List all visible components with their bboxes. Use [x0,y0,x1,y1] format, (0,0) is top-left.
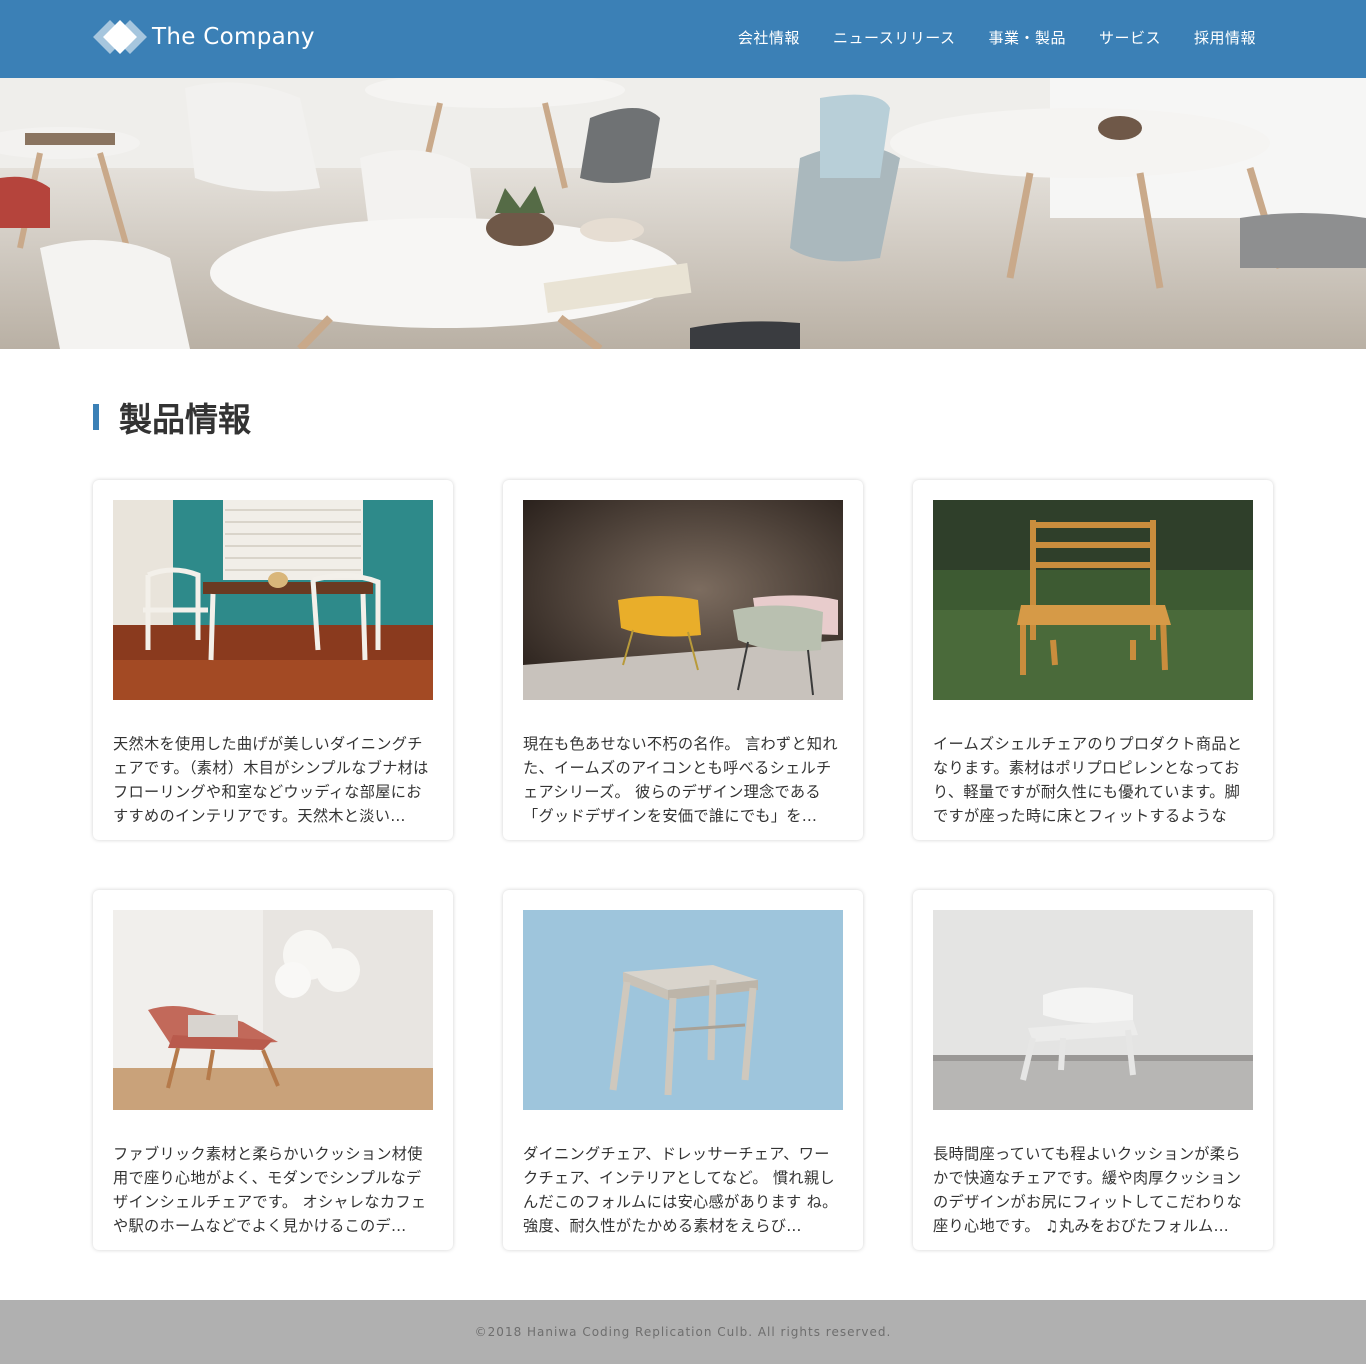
logo-diamond-icon [93,17,147,57]
product-description: 天然木を使用した曲げが美しいダイニングチェアです。（素材）木目がシンプルなブナ材… [113,735,429,825]
product-description: ファブリック素材と柔らかいクッション材使用で座り心地がよく、モダンでシンプルなデ… [113,1145,427,1235]
page-title: 製品情報 [119,400,251,439]
product-card[interactable]: ファブリック素材と柔らかいクッション材使用で座り心地がよく、モダンでシンプルなデ… [93,890,453,1250]
copyright-text: ©2018 Haniwa Coding Replication Culb. Al… [474,1325,892,1339]
product-card[interactable]: イームズシェルチェアのりプロダクト商品となります。素材はポリプロピレンとなってお… [913,480,1273,840]
main-nav: 会社情報 ニュースリリース 事業・製品 サービス 採用情報 [705,0,1256,74]
product-card[interactable]: 長時間座っていても程よいクッションが柔らかで快適なチェアです。緩や肉厚クッション… [913,890,1273,1250]
nav-item-company[interactable]: 会社情報 [738,27,800,48]
product-description: イームズシェルチェアのりプロダクト商品となります。素材はポリプロピレンとなってお… [933,735,1243,825]
products-section-title: 製品情報 [93,393,251,441]
logo[interactable]: The Company [93,17,315,57]
product-image-stool [523,910,843,1110]
product-image-fabric-chair [113,910,433,1110]
product-image-wooden-chair [933,500,1253,700]
hero-cafe-illustration [0,78,1366,349]
product-description: 現在も色あせない不朽の名作。 言わずと知れた、イームズのアイコンとも呼べるシェル… [523,735,838,825]
site-footer: ©2018 Haniwa Coding Replication Culb. Al… [0,1300,1366,1364]
product-image-shell-chairs [523,500,843,700]
site-header: The Company 会社情報 ニュースリリース 事業・製品 サービス 採用情… [0,0,1366,78]
nav-item-business[interactable]: 事業・製品 [988,27,1066,48]
hero-image [0,78,1366,349]
product-image-lounge-chair [933,910,1253,1110]
title-accent-bar [93,404,99,430]
product-description: ダイニングチェア、ドレッサーチェア、ワークチェア、インテリアとしてなど。 慣れ親… [523,1145,838,1235]
product-image-dining [113,500,433,700]
nav-item-news[interactable]: ニュースリリース [833,27,956,48]
logo-text: The Company [152,24,315,50]
nav-item-recruit[interactable]: 採用情報 [1194,27,1256,48]
product-card[interactable]: 天然木を使用した曲げが美しいダイニングチェアです。（素材）木目がシンプルなブナ材… [93,480,453,840]
nav-item-service[interactable]: サービス [1099,27,1161,48]
product-card[interactable]: ダイニングチェア、ドレッサーチェア、ワークチェア、インテリアとしてなど。 慣れ親… [503,890,863,1250]
product-card[interactable]: 現在も色あせない不朽の名作。 言わずと知れた、イームズのアイコンとも呼べるシェル… [503,480,863,840]
product-description: 長時間座っていても程よいクッションが柔らかで快適なチェアです。緩や肉厚クッション… [933,1145,1242,1235]
